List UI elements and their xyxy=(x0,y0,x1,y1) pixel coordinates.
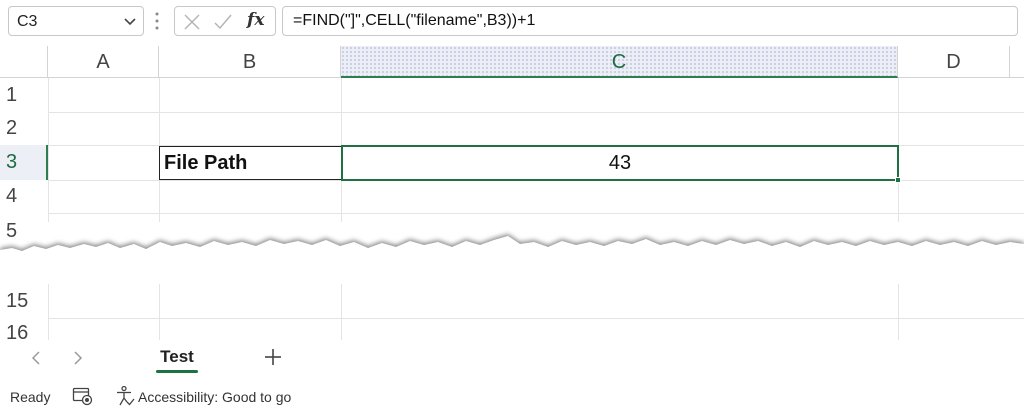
row-header-16[interactable]: 16 xyxy=(0,322,48,340)
status-bar: Ready Accessibility: Good to go xyxy=(0,380,1024,410)
formula-controls: fx xyxy=(174,6,276,36)
chevron-down-icon[interactable] xyxy=(123,16,137,28)
gridline xyxy=(48,284,49,340)
gridline xyxy=(48,78,49,222)
column-header-d[interactable]: D xyxy=(898,46,1010,78)
insert-function-button[interactable]: fx xyxy=(247,10,264,30)
column-headers: A B C D xyxy=(0,46,1024,78)
gridline xyxy=(48,112,1024,113)
chevron-left-icon[interactable] xyxy=(30,350,42,366)
name-box-value: C3 xyxy=(17,13,38,30)
gridline xyxy=(48,318,1024,319)
enter-icon[interactable] xyxy=(213,14,233,30)
column-header-a[interactable]: A xyxy=(48,46,159,78)
row-header-2[interactable]: 2 xyxy=(0,117,48,145)
macro-recording-icon[interactable] xyxy=(72,386,94,406)
name-box[interactable]: C3 xyxy=(8,6,144,36)
chevron-right-icon[interactable] xyxy=(72,350,84,366)
gridline xyxy=(341,284,342,340)
row-header-15[interactable]: 15 xyxy=(0,290,48,318)
column-header-c[interactable]: C xyxy=(341,46,898,78)
fill-handle[interactable] xyxy=(895,177,901,183)
add-sheet-icon[interactable] xyxy=(262,346,284,368)
formula-text: =FIND("]",CELL("filename",B3))+1 xyxy=(293,12,536,29)
row-header-1[interactable]: 1 xyxy=(0,84,48,112)
cancel-icon[interactable] xyxy=(183,14,201,30)
gridline xyxy=(48,213,1024,214)
accessibility-status[interactable]: Accessibility: Good to go xyxy=(138,389,291,405)
column-header-b[interactable]: B xyxy=(159,46,341,78)
cell-c3[interactable]: 43 xyxy=(341,145,899,181)
row-header-4[interactable]: 4 xyxy=(0,185,48,213)
row-header-3[interactable]: 3 xyxy=(0,145,48,180)
active-tab-indicator xyxy=(156,370,198,373)
formula-input[interactable]: =FIND("]",CELL("filename",B3))+1 xyxy=(282,6,1018,36)
formula-bar: C3 fx =FIND("]",CELL("filename",B3))+1 xyxy=(0,0,1024,44)
accessibility-icon[interactable] xyxy=(114,385,136,407)
torn-edge-separator xyxy=(0,234,1024,278)
cell-b3[interactable]: File Path xyxy=(159,146,342,180)
status-ready: Ready xyxy=(10,389,51,405)
gridline xyxy=(898,284,899,340)
sheet-tabs-bar: Test xyxy=(0,340,1024,376)
select-all-corner[interactable] xyxy=(0,46,48,78)
gridline xyxy=(159,284,160,340)
tab-test[interactable]: Test xyxy=(147,340,207,374)
more-options-icon[interactable] xyxy=(154,11,160,31)
